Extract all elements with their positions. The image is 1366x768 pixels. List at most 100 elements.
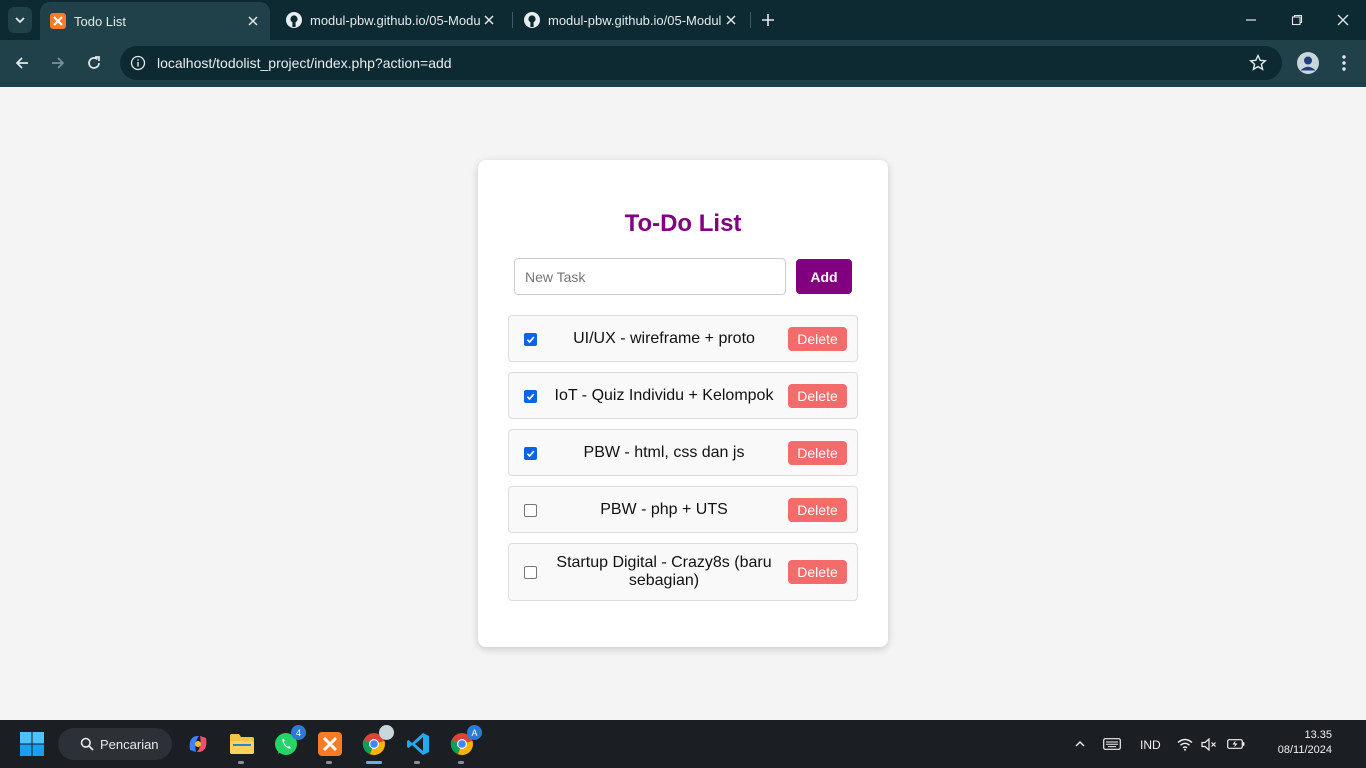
search-label: Pencarian: [100, 736, 159, 752]
running-indicator: [238, 761, 244, 764]
chrome-app[interactable]: [360, 725, 394, 758]
task-text: PBW - php + UTS: [600, 500, 728, 518]
todo-item: PBW - html, css dan js Delete: [508, 429, 858, 476]
close-tab-icon[interactable]: [244, 12, 262, 30]
running-indicator: [458, 761, 464, 764]
task-checkbox[interactable]: [524, 446, 537, 460]
battery-charging-icon: [1227, 739, 1245, 749]
active-indicator: [366, 761, 382, 764]
delete-task-button[interactable]: Delete: [788, 497, 847, 522]
todo-item: UI/UX - wireframe + proto Delete: [508, 315, 858, 362]
task-text: UI/UX - wireframe + proto: [573, 329, 755, 347]
browser-toolbar: localhost/todolist_project/index.php?act…: [0, 40, 1366, 87]
checkmark-icon: [526, 392, 535, 400]
clock-time: 13.35: [1304, 729, 1332, 741]
url-text[interactable]: localhost/todolist_project/index.php?act…: [157, 55, 452, 71]
tab-separator: [750, 12, 751, 28]
delete-task-button[interactable]: Delete: [788, 560, 847, 584]
close-icon: [1337, 14, 1349, 26]
checkmark-icon: [526, 335, 535, 343]
delete-task-button[interactable]: Delete: [788, 383, 847, 408]
delete-task-button[interactable]: Delete: [788, 326, 847, 351]
tab-search-button[interactable]: [8, 7, 32, 33]
task-checkbox[interactable]: [524, 389, 537, 403]
minimize-button[interactable]: [1241, 10, 1261, 30]
forward-button[interactable]: [47, 52, 69, 74]
tab-github-2[interactable]: modul-pbw.github.io/05-Modul: [514, 0, 748, 40]
start-button[interactable]: [18, 730, 46, 758]
reload-icon: [88, 56, 100, 69]
github-icon: [286, 12, 302, 28]
profile-avatar[interactable]: [1297, 52, 1319, 74]
arrow-right-icon: [52, 57, 65, 69]
tab-title: modul-pbw.github.io/05-Modul: [310, 12, 480, 28]
restore-button[interactable]: [1287, 10, 1307, 30]
task-text: Startup Digital - Crazy8s (baru sebagian…: [556, 554, 772, 589]
restore-icon: [1291, 14, 1303, 26]
chrome-profile-app[interactable]: A: [448, 725, 482, 758]
search-icon: [80, 737, 94, 751]
wifi-icon: [1177, 738, 1193, 751]
close-tab-icon[interactable]: [722, 11, 740, 29]
chevron-down-icon: [15, 17, 25, 24]
reload-button[interactable]: [83, 52, 105, 74]
todo-card: To-Do List Add UI/UX - wireframe + proto…: [478, 160, 888, 647]
tab-title: Todo List: [74, 13, 127, 29]
new-task-input[interactable]: [514, 258, 786, 295]
profile-badge: A: [467, 725, 482, 740]
avatar-icon: [1300, 56, 1316, 71]
task-checkbox[interactable]: [524, 332, 537, 346]
back-button[interactable]: [11, 52, 33, 74]
browser-tab-strip: Todo List modul-pbw.github.io/05-Modul m…: [0, 0, 1366, 40]
xampp-app[interactable]: [316, 730, 344, 758]
tab-todo-list[interactable]: Todo List: [40, 2, 270, 40]
checkmark-icon: [526, 449, 535, 457]
volume-muted-icon: [1201, 737, 1216, 751]
minimize-icon: [1246, 19, 1256, 21]
network-button[interactable]: [1174, 730, 1196, 758]
copilot-app[interactable]: [184, 730, 212, 758]
task-text: IoT - Quiz Individu + Kelompok: [554, 386, 774, 404]
close-window-button[interactable]: [1333, 10, 1353, 30]
system-clock[interactable]: 13.35 08/11/2024: [1252, 728, 1332, 758]
tab-github-1[interactable]: modul-pbw.github.io/05-Modul: [276, 0, 506, 40]
battery-button[interactable]: [1224, 730, 1248, 758]
windows-logo-icon: [20, 732, 44, 756]
new-tab-button[interactable]: [758, 10, 778, 30]
touch-keyboard-button[interactable]: [1098, 730, 1126, 758]
page-title: To-Do List: [624, 210, 742, 237]
tab-separator: [512, 12, 513, 28]
task-text: PBW - html, css dan js: [583, 443, 745, 461]
whatsapp-app[interactable]: 4: [272, 725, 306, 758]
site-info-icon[interactable]: [128, 53, 148, 73]
folder-icon: [230, 734, 254, 754]
vscode-app[interactable]: [404, 730, 432, 758]
close-tab-icon[interactable]: [480, 11, 498, 29]
input-language[interactable]: IND: [1140, 738, 1161, 752]
delete-task-button[interactable]: Delete: [788, 440, 847, 465]
address-bar[interactable]: localhost/todolist_project/index.php?act…: [120, 46, 1282, 80]
running-indicator: [326, 761, 332, 764]
bookmark-star-icon[interactable]: [1248, 53, 1268, 73]
volume-button[interactable]: [1198, 730, 1220, 758]
show-hidden-icons-button[interactable]: [1066, 730, 1094, 758]
clock-date: 08/11/2024: [1277, 744, 1332, 756]
running-indicator: [414, 761, 420, 764]
copilot-icon: [189, 736, 207, 752]
tab-title: modul-pbw.github.io/05-Modul: [548, 12, 722, 28]
notification-badge: 4: [291, 725, 306, 740]
plus-icon: [762, 14, 774, 26]
keyboard-icon: [1103, 738, 1121, 750]
task-checkbox[interactable]: [524, 566, 537, 579]
add-task-button[interactable]: Add: [796, 259, 852, 294]
taskbar-search[interactable]: Pencarian: [58, 728, 172, 760]
todo-item: Startup Digital - Crazy8s (baru sebagian…: [508, 543, 858, 601]
task-checkbox[interactable]: [524, 503, 537, 517]
profile-badge-icon: [379, 725, 394, 740]
file-explorer-app[interactable]: [228, 730, 256, 758]
todo-list: UI/UX - wireframe + proto Delete IoT - Q…: [508, 315, 858, 611]
xampp-icon: [50, 13, 66, 29]
browser-menu-button[interactable]: [1334, 52, 1354, 74]
todo-item: IoT - Quiz Individu + Kelompok Delete: [508, 372, 858, 419]
chevron-up-icon: [1075, 740, 1085, 747]
